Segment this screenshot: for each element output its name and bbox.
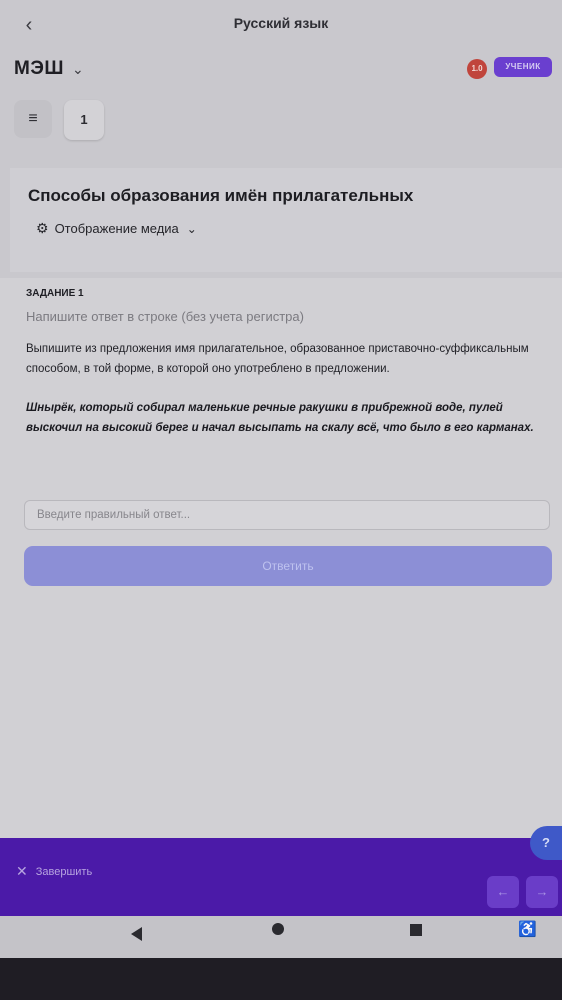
finish-button[interactable]: ✕ Завершить: [16, 863, 92, 880]
finish-label: Завершить: [35, 866, 93, 878]
arrow-left-icon[interactable]: ←: [487, 876, 519, 908]
lesson-title: Способы образования имён прилагательных: [28, 186, 414, 205]
app-screen: ‹ Русский язык МЭШ ⌄ 1.0 УЧЕНИК ≡ 1 Спос…: [0, 0, 562, 958]
task-panel: ЗАДАНИЕ 1 Напишите ответ в строке (без у…: [0, 278, 562, 838]
lesson-header: Способы образования имён прилагательных …: [10, 168, 562, 272]
task-sentence: Шнырёк, который собирал маленькие речные…: [26, 402, 534, 434]
system-nav-bar: ♿: [0, 916, 562, 958]
avatar[interactable]: 1.0: [467, 59, 487, 79]
task-label: ЗАДАНИЕ 1: [26, 288, 84, 299]
arrow-right-icon[interactable]: →: [526, 876, 558, 908]
accessibility-icon[interactable]: ♿: [518, 920, 537, 938]
media-toggle-button[interactable]: ⚙ Отображение медиа ⌄: [36, 220, 197, 237]
chevron-down-icon[interactable]: ⌄: [72, 61, 84, 78]
home-circle-icon[interactable]: [272, 923, 284, 935]
page-title: Русский язык: [233, 15, 329, 31]
task-hint: Напишите ответ в строке (без учета регис…: [26, 309, 304, 324]
chevron-down-icon: ⌄: [186, 222, 197, 236]
help-button[interactable]: ?: [530, 826, 562, 860]
media-toggle-label: Отображение медиа: [54, 221, 179, 236]
gear-icon: ⚙: [36, 220, 49, 236]
role-badge[interactable]: УЧЕНИК: [494, 57, 552, 77]
task-number-button[interactable]: 1: [64, 100, 104, 140]
brand-logo[interactable]: МЭШ: [14, 58, 64, 80]
task-instruction: Выпишите из предложения имя прилагательн…: [26, 343, 529, 375]
answer-input[interactable]: [24, 500, 550, 530]
close-icon: ✕: [16, 863, 28, 879]
submit-button[interactable]: Ответить: [24, 546, 552, 586]
recent-square-icon[interactable]: [410, 924, 422, 936]
hamburger-icon[interactable]: ≡: [14, 100, 52, 138]
top-bar: ‹ Русский язык: [0, 0, 562, 50]
bottom-bar: ✕ Завершить ← →: [0, 838, 562, 916]
back-triangle-icon[interactable]: [131, 927, 142, 941]
